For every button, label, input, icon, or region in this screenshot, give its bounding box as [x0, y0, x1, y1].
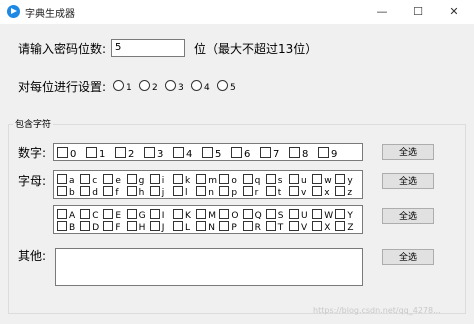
- digits-panel: 0 1 2 3 4 5 6 7 8 9: [53, 143, 363, 161]
- title-bar: 字典生成器 — ☐ ✕: [0, 0, 474, 24]
- lowercase-checkbox[interactable]: p: [219, 186, 237, 198]
- digits-label: 数字:: [18, 146, 47, 160]
- uppercase-checkbox[interactable]: A: [57, 209, 75, 221]
- uppercase-checkbox[interactable]: L: [173, 221, 190, 233]
- lowercase-checkbox[interactable]: g: [126, 174, 144, 186]
- lowercase-checkbox[interactable]: v: [289, 186, 306, 198]
- select-all-digits-button[interactable]: 全选: [382, 144, 434, 160]
- digit-checkbox[interactable]: 3: [144, 147, 163, 160]
- position-radio-3[interactable]: 3: [165, 80, 184, 93]
- watermark: https://blog.csdn.net/qq_4278...: [313, 306, 441, 315]
- digit-checkbox[interactable]: 0: [57, 147, 76, 160]
- uppercase-checkbox[interactable]: R: [242, 221, 261, 233]
- digit-checkbox[interactable]: 1: [86, 147, 105, 160]
- uppercase-checkbox[interactable]: J: [149, 221, 164, 233]
- uppercase-checkbox[interactable]: G: [126, 209, 146, 221]
- uppercase-checkbox[interactable]: Q: [242, 209, 262, 221]
- lowercase-checkbox[interactable]: d: [80, 186, 98, 198]
- uppercase-checkbox[interactable]: W: [312, 209, 333, 221]
- other-label: 其他:: [18, 249, 47, 263]
- lowercase-checkbox[interactable]: k: [173, 174, 190, 186]
- uppercase-checkbox[interactable]: X: [312, 221, 330, 233]
- lowercase-checkbox[interactable]: t: [265, 186, 281, 198]
- lowercase-checkbox[interactable]: y: [335, 174, 353, 186]
- digit-checkbox[interactable]: 4: [173, 147, 192, 160]
- position-radio-1[interactable]: 1: [113, 80, 132, 93]
- uppercase-checkbox[interactable]: B: [57, 221, 75, 233]
- per-position-label: 对每位进行设置:: [18, 80, 107, 94]
- uppercase-checkbox[interactable]: U: [289, 209, 308, 221]
- uppercase-checkbox[interactable]: D: [80, 221, 99, 233]
- lowercase-checkbox[interactable]: s: [265, 174, 283, 186]
- uppercase-panel: ACEGIKMOQSUWY BDFHJLNPRTVXZ: [53, 205, 363, 234]
- uppercase-checkbox[interactable]: C: [80, 209, 98, 221]
- uppercase-checkbox[interactable]: Z: [335, 221, 354, 233]
- lowercase-checkbox[interactable]: e: [103, 174, 121, 186]
- lowercase-checkbox[interactable]: x: [312, 186, 330, 198]
- length-label: 请输入密码位数:: [18, 42, 107, 56]
- lowercase-checkbox[interactable]: i: [149, 174, 164, 186]
- lowercase-checkbox[interactable]: w: [312, 174, 332, 186]
- lowercase-checkbox[interactable]: c: [80, 174, 97, 186]
- digit-checkbox[interactable]: 8: [289, 147, 308, 160]
- lowercase-checkbox[interactable]: h: [126, 186, 144, 198]
- lowercase-checkbox[interactable]: o: [219, 174, 237, 186]
- close-button[interactable]: ✕: [436, 0, 472, 24]
- uppercase-checkbox[interactable]: Y: [335, 209, 353, 221]
- uppercase-checkbox[interactable]: S: [265, 209, 284, 221]
- minimize-button[interactable]: —: [364, 0, 400, 24]
- lowercase-checkbox[interactable]: j: [149, 186, 164, 198]
- lowercase-checkbox[interactable]: r: [242, 186, 258, 198]
- lowercase-checkbox[interactable]: n: [196, 186, 214, 198]
- app-icon: [7, 5, 20, 18]
- lowercase-checkbox[interactable]: a: [57, 174, 75, 186]
- letters-label: 字母:: [18, 174, 47, 188]
- select-all-other-button[interactable]: 全选: [382, 249, 434, 265]
- uppercase-checkbox[interactable]: V: [289, 221, 307, 233]
- uppercase-checkbox[interactable]: N: [196, 221, 215, 233]
- select-all-lowercase-button[interactable]: 全选: [382, 173, 434, 189]
- digit-checkbox[interactable]: 2: [115, 147, 134, 160]
- lowercase-checkbox[interactable]: u: [289, 174, 307, 186]
- uppercase-checkbox[interactable]: F: [103, 221, 121, 233]
- uppercase-checkbox[interactable]: I: [149, 209, 164, 221]
- uppercase-checkbox[interactable]: T: [265, 221, 283, 233]
- other-chars-textarea[interactable]: [55, 248, 363, 286]
- uppercase-checkbox[interactable]: E: [103, 209, 121, 221]
- uppercase-checkbox[interactable]: O: [219, 209, 238, 221]
- position-radio-2[interactable]: 2: [139, 80, 158, 93]
- length-input[interactable]: 5: [111, 39, 185, 57]
- select-all-uppercase-button[interactable]: 全选: [382, 208, 434, 224]
- window-title: 字典生成器: [25, 9, 75, 20]
- length-hint: 位（最大不超过13位）: [194, 42, 318, 56]
- digit-checkbox[interactable]: 6: [231, 147, 250, 160]
- charset-group-title: 包含字符: [13, 117, 54, 130]
- uppercase-checkbox[interactable]: P: [219, 221, 237, 233]
- digit-checkbox[interactable]: 9: [318, 147, 337, 160]
- lowercase-checkbox[interactable]: b: [57, 186, 75, 198]
- uppercase-checkbox[interactable]: H: [126, 221, 145, 233]
- lowercase-checkbox[interactable]: z: [335, 186, 352, 198]
- lowercase-checkbox[interactable]: q: [242, 174, 260, 186]
- digit-checkbox[interactable]: 7: [260, 147, 279, 160]
- digit-checkbox[interactable]: 5: [202, 147, 221, 160]
- maximize-button[interactable]: ☐: [400, 0, 436, 24]
- position-radio-4[interactable]: 4: [191, 80, 210, 93]
- uppercase-checkbox[interactable]: K: [173, 209, 191, 221]
- lowercase-checkbox[interactable]: l: [173, 186, 188, 198]
- position-radio-5[interactable]: 5: [217, 80, 236, 93]
- lowercase-checkbox[interactable]: m: [196, 174, 217, 186]
- lowercase-checkbox[interactable]: f: [103, 186, 119, 198]
- lowercase-panel: acegikmoqsuwy bdfhjlnprtvxz: [53, 170, 363, 199]
- uppercase-checkbox[interactable]: M: [196, 209, 216, 221]
